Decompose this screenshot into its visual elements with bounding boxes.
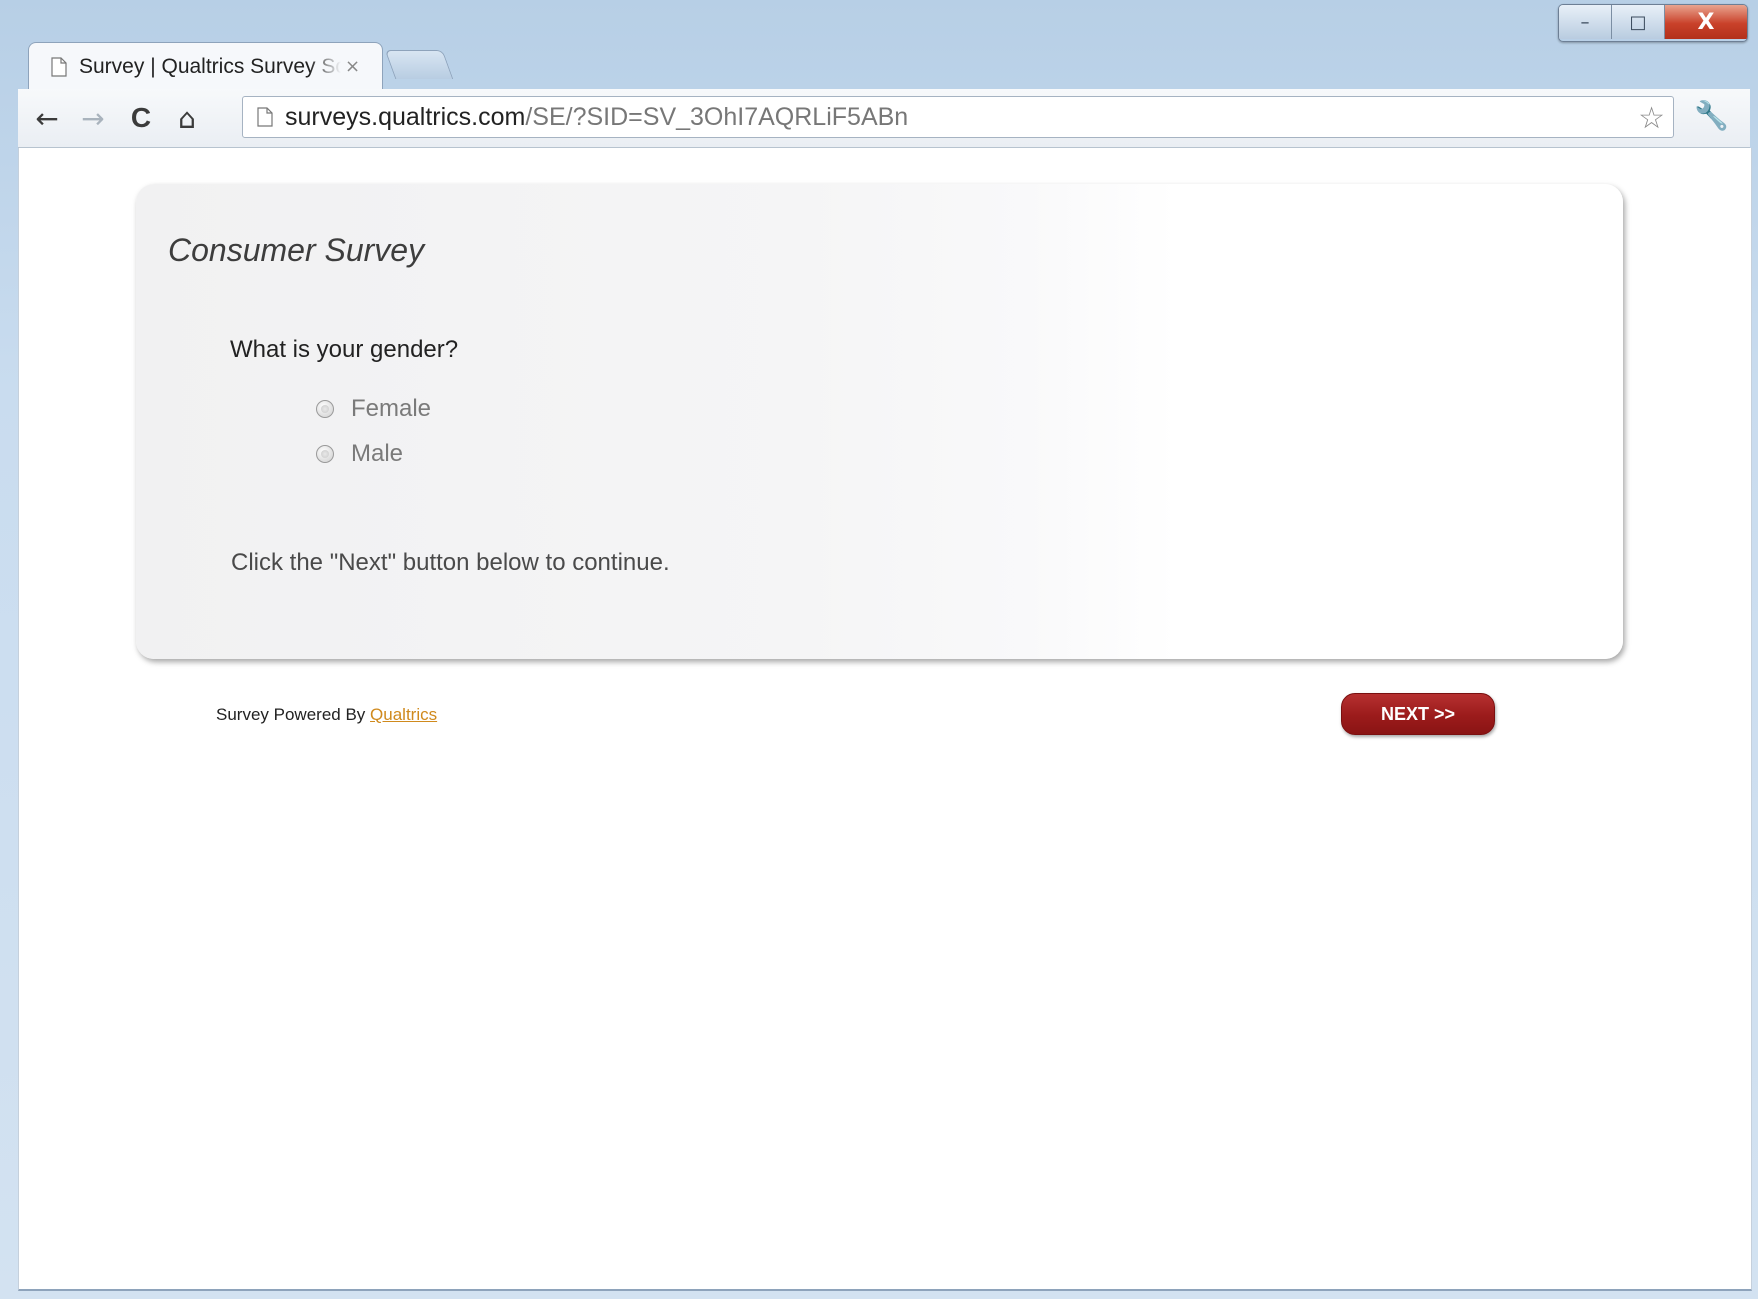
page-icon xyxy=(51,56,67,77)
choice-label: Female xyxy=(351,395,432,422)
powered-by: Survey Powered By Qualtrics xyxy=(216,705,437,725)
url-path: /SE/?SID=SV_3OhI7AQRLiF5ABn xyxy=(525,102,909,131)
tab-title: Survey | Qualtrics Survey Software xyxy=(79,54,341,78)
url-host: surveys.qualtrics.com xyxy=(285,102,526,131)
choice-female[interactable]: Female xyxy=(316,395,431,423)
next-button[interactable]: NEXT >> xyxy=(1341,693,1495,735)
radio-button[interactable] xyxy=(316,445,334,463)
page-viewport: Consumer Survey What is your gender? Fem… xyxy=(18,148,1752,1291)
survey-card: Consumer Survey What is your gender? Fem… xyxy=(136,184,1623,659)
page-icon xyxy=(257,107,273,127)
reload-icon[interactable]: C xyxy=(122,99,160,137)
radio-button[interactable] xyxy=(316,400,334,418)
browser-window: – □ X Survey | Qualtrics Survey Software… xyxy=(0,0,1758,1299)
home-icon[interactable]: ⌂ xyxy=(168,99,206,137)
choice-male[interactable]: Male xyxy=(316,440,403,468)
qualtrics-link[interactable]: Qualtrics xyxy=(370,705,437,724)
close-window-button[interactable]: X xyxy=(1665,5,1747,39)
address-bar[interactable]: surveys.qualtrics.com/SE/?SID=SV_3OhI7AQ… xyxy=(242,96,1674,138)
title-bar: – □ X Survey | Qualtrics Survey Software… xyxy=(0,0,1758,90)
maximize-button[interactable]: □ xyxy=(1612,5,1665,39)
tab-close-icon[interactable]: × xyxy=(345,56,360,77)
back-icon[interactable]: ← xyxy=(28,99,66,137)
minimize-button[interactable]: – xyxy=(1559,5,1612,39)
continue-instruction: Click the "Next" button below to continu… xyxy=(231,549,670,576)
question-text: What is your gender? xyxy=(230,336,459,363)
bookmark-star-icon[interactable]: ☆ xyxy=(1638,101,1665,136)
powered-by-label: Survey Powered By xyxy=(216,705,366,724)
survey-title: Consumer Survey xyxy=(168,232,425,268)
browser-toolbar: ← → C ⌂ surveys.qualtrics.com/SE/?SID=SV… xyxy=(18,89,1750,148)
choice-label: Male xyxy=(351,440,404,467)
url-text: surveys.qualtrics.com/SE/?SID=SV_3OhI7AQ… xyxy=(285,103,908,132)
window-controls: – □ X xyxy=(1558,4,1748,42)
wrench-icon[interactable]: 🔧 xyxy=(1694,99,1729,132)
new-tab-button[interactable] xyxy=(384,50,454,79)
forward-icon[interactable]: → xyxy=(74,99,112,137)
tab-survey[interactable]: Survey | Qualtrics Survey Software × xyxy=(28,42,383,90)
